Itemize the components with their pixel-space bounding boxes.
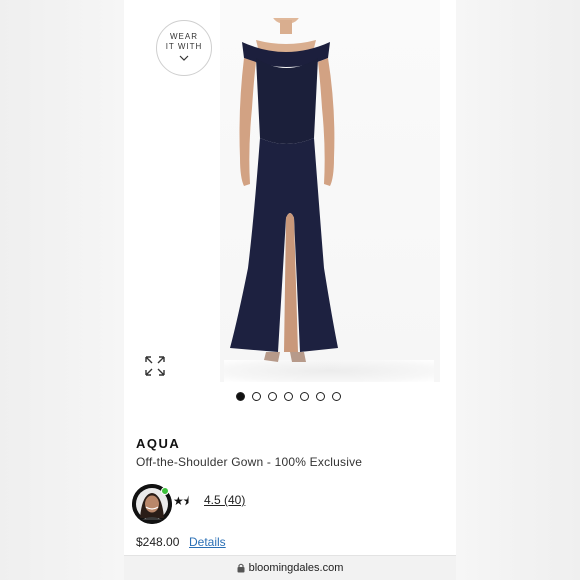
carousel-dot[interactable] bbox=[252, 392, 261, 401]
chevron-down-icon bbox=[179, 54, 189, 64]
dress-model-image bbox=[230, 18, 338, 362]
background-right bbox=[456, 0, 580, 580]
expand-icon[interactable] bbox=[144, 355, 166, 377]
carousel-dot[interactable] bbox=[316, 392, 325, 401]
carousel-dot[interactable] bbox=[284, 392, 293, 401]
wear-badge-line2: IT WITH bbox=[165, 42, 203, 51]
carousel-dot[interactable] bbox=[300, 392, 309, 401]
product-image[interactable]: WEAR IT WITH bbox=[124, 0, 456, 382]
online-status-badge bbox=[161, 487, 169, 495]
price: $248.00 bbox=[136, 535, 180, 549]
rating-link[interactable]: 4.5 (40) bbox=[204, 493, 245, 507]
wear-it-with-button[interactable]: WEAR IT WITH bbox=[156, 20, 212, 76]
star-icon: ★⯨ bbox=[173, 494, 189, 508]
carousel-dot[interactable] bbox=[268, 392, 277, 401]
lock-icon bbox=[237, 563, 245, 573]
url-text: bloomingdales.com bbox=[248, 562, 344, 574]
product-title: Off-the-Shoulder Gown - 100% Exclusive bbox=[136, 455, 363, 469]
brand-name[interactable]: AQUA bbox=[136, 436, 180, 451]
carousel-dot[interactable] bbox=[236, 392, 245, 401]
browser-url-bar[interactable]: bloomingdales.com bbox=[124, 555, 456, 580]
page: WEAR IT WITH AQUA Off-the-Shoulder Gown … bbox=[0, 0, 580, 580]
wear-badge-line1: WEAR bbox=[170, 32, 198, 41]
phone-screen: WEAR IT WITH AQUA Off-the-Shoulder Gown … bbox=[124, 0, 456, 580]
carousel-dot[interactable] bbox=[332, 392, 341, 401]
background-left bbox=[0, 0, 124, 580]
details-link[interactable]: Details bbox=[189, 535, 226, 549]
carousel-dots bbox=[236, 392, 341, 401]
